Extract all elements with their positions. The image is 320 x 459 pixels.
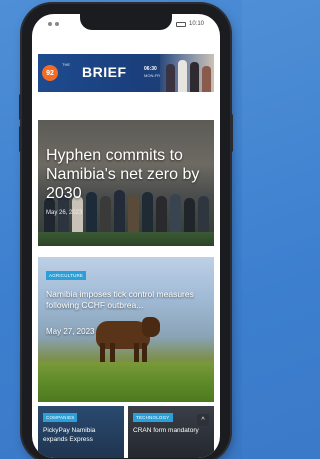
photo-figure bbox=[44, 198, 55, 236]
banner-time: 06:30 bbox=[144, 66, 157, 72]
phone-frame: 10:10 92 THE BRIEF 06:30 MON-FRI Hyphen … bbox=[19, 4, 233, 459]
brief-banner-ad[interactable]: 92 THE BRIEF 06:30 MON-FRI bbox=[38, 54, 214, 92]
photo-figure bbox=[184, 198, 195, 236]
hero-article-card[interactable]: Hyphen commits to Namibia's net zero by … bbox=[38, 120, 214, 246]
category-tag-companies[interactable]: COMPANIES bbox=[43, 413, 78, 422]
agriculture-article-card[interactable]: AGRICULTURE Namibia imposes tick control… bbox=[38, 257, 214, 402]
agriculture-article-title[interactable]: Namibia imposes tick control measures fo… bbox=[46, 289, 206, 311]
status-icons-left bbox=[48, 22, 59, 26]
scroll-to-top-button[interactable]: ^ bbox=[197, 414, 209, 426]
presenter-figure bbox=[178, 60, 187, 92]
notification-icon bbox=[48, 22, 52, 26]
brand-logo: 92 bbox=[42, 65, 58, 81]
status-icons-right: 10:10 bbox=[175, 21, 204, 27]
presenter-figure bbox=[190, 62, 199, 92]
banner-days: MON-FRI bbox=[144, 73, 162, 78]
category-tag-technology[interactable]: TECHNOLOGY bbox=[133, 413, 173, 422]
power-button bbox=[230, 114, 233, 152]
chevron-up-icon: ^ bbox=[201, 416, 205, 424]
status-time: 10:10 bbox=[188, 21, 204, 27]
hero-article-date: May 26, 2023 bbox=[46, 210, 83, 216]
category-tag-agriculture[interactable]: AGRICULTURE bbox=[46, 271, 87, 280]
grass-field bbox=[38, 362, 214, 402]
presenter-figure bbox=[202, 66, 211, 92]
agriculture-article-date: May 27, 2023 bbox=[46, 327, 95, 336]
volume-button bbox=[19, 94, 22, 120]
battery-icon bbox=[175, 21, 186, 27]
hero-article-title[interactable]: Hyphen commits to Namibia's net zero by … bbox=[46, 146, 210, 203]
banner-presenters-image bbox=[160, 54, 214, 92]
presenter-figure bbox=[166, 64, 175, 92]
cow-head bbox=[142, 317, 160, 337]
notch bbox=[80, 14, 172, 30]
photo-floor bbox=[38, 232, 214, 246]
banner-kicker: THE bbox=[62, 62, 70, 67]
volume-button bbox=[19, 126, 22, 152]
companies-article-card[interactable]: COMPANIES PickyPay Namibia expands Expre… bbox=[38, 406, 124, 458]
banner-title: BRIEF bbox=[82, 64, 127, 80]
phone-screen: 10:10 92 THE BRIEF 06:30 MON-FRI Hyphen … bbox=[32, 14, 220, 458]
notification-icon bbox=[55, 22, 59, 26]
technology-article-title[interactable]: CRAN form mandatory bbox=[133, 426, 211, 435]
companies-article-title[interactable]: PickyPay Namibia expands Express bbox=[43, 426, 121, 444]
